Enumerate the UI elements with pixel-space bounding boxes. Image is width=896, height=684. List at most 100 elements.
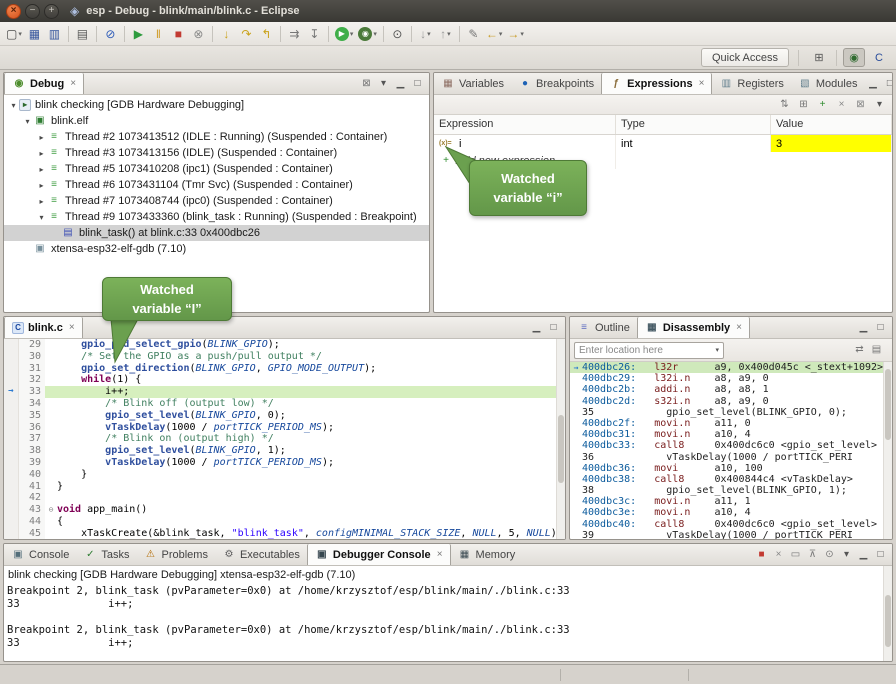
close-icon[interactable]: ×: [437, 549, 443, 560]
code-line[interactable]: 31 gpio_set_direction(BLINK_GPIO, GPIO_M…: [4, 363, 565, 375]
drop-to-frame-button[interactable]: ↧: [305, 24, 324, 44]
view-menu-button[interactable]: ▾: [375, 75, 392, 92]
remove-launch-button[interactable]: ×: [770, 546, 787, 563]
code-line[interactable]: 45 xTaskCreate(&blink_task, "blink_task"…: [4, 528, 565, 539]
code-line[interactable]: 44{: [4, 516, 565, 528]
location-combo[interactable]: Enter location here ▾: [574, 342, 724, 359]
terminate-button[interactable]: ■: [169, 24, 188, 44]
code-line[interactable]: 29 gpio_pad_select_gpio(BLINK_GPIO);: [4, 339, 565, 351]
debug-tree-row[interactable]: ▸≡Thread #3 1073413156 (IDLE) (Suspended…: [4, 145, 429, 161]
tab-tasks[interactable]: ✓Tasks: [76, 544, 136, 565]
minimize-button[interactable]: ▁: [864, 75, 881, 92]
print-button[interactable]: ▤: [73, 24, 92, 44]
forward-button[interactable]: →▾: [505, 24, 526, 44]
twisty-icon[interactable]: ▸: [36, 149, 47, 158]
previous-annotation-button[interactable]: ↑▾: [436, 24, 455, 44]
close-icon[interactable]: ×: [699, 78, 705, 89]
disasm-line[interactable]: 400dbc38: call8 0x400844c4 <vTaskDelay>: [570, 474, 892, 485]
window-close-button[interactable]: ×: [6, 4, 21, 19]
twisty-icon[interactable]: ▾: [22, 117, 33, 126]
disasm-line[interactable]: 400dbc2b: addi.n a8, a8, 1: [570, 384, 892, 395]
disasm-line[interactable]: 400dbc29: l32i.n a8, a9, 0: [570, 373, 892, 384]
debug-tree-row[interactable]: ▸≡Thread #5 1073410208 (ipc1) (Suspended…: [4, 161, 429, 177]
console-scrollbar[interactable]: [883, 566, 892, 661]
disassembly-body[interactable]: →400dbc26: l32r a9, 0x400d045c <_stext+1…: [570, 362, 892, 539]
code-line[interactable]: 43⊖void app_main(): [4, 504, 565, 516]
show-type-names-button[interactable]: ⇅: [776, 96, 793, 113]
debug-tree-row[interactable]: ▤blink_task() at blink.c:33 0x400dbc26: [4, 225, 429, 241]
tab-breakpoints[interactable]: ●Breakpoints: [511, 73, 601, 94]
step-over-button[interactable]: ↷: [237, 24, 256, 44]
tab-modules[interactable]: ▧Modules: [791, 73, 865, 94]
debug-tree-row[interactable]: ▾≡Thread #9 1073433360 (blink_task : Run…: [4, 209, 429, 225]
debug-tree-row[interactable]: ▸≡Thread #2 1073413512 (IDLE : Running) …: [4, 129, 429, 145]
twisty-icon[interactable]: ▾: [8, 101, 19, 110]
maximize-button[interactable]: □: [409, 75, 426, 92]
code-line[interactable]: 34 /* Blink off (output low) */: [4, 398, 565, 410]
back-button[interactable]: ←▾: [484, 24, 505, 44]
skip-all-breakpoints-button[interactable]: ⊘: [101, 24, 120, 44]
disasm-line[interactable]: 400dbc2f: movi.n a11, 0: [570, 418, 892, 429]
close-icon[interactable]: ×: [736, 322, 742, 333]
disasm-line[interactable]: 400dbc40: call8 0x400dc6c0 <gpio_set_lev…: [570, 519, 892, 530]
debug-perspective-button[interactable]: ◉: [843, 48, 865, 67]
minimize-button[interactable]: ▁: [392, 75, 409, 92]
show-source-button[interactable]: ▤: [868, 342, 885, 359]
twisty-icon[interactable]: ▸: [36, 165, 47, 174]
show-logical-structure-button[interactable]: ⊞: [795, 96, 812, 113]
expression-row[interactable]: (x)=iint3: [434, 135, 892, 152]
disasm-line[interactable]: →400dbc26: l32r a9, 0x400d045c <_stext+1…: [570, 362, 892, 373]
tab-debug[interactable]: ◉Debug×: [4, 73, 84, 94]
debug-tree-row[interactable]: ▸≡Thread #6 1073431104 (Tmr Svc) (Suspen…: [4, 177, 429, 193]
twisty-icon[interactable]: ▸: [36, 133, 47, 142]
pin-console-button[interactable]: ⊙: [821, 546, 838, 563]
maximize-button[interactable]: □: [872, 546, 889, 563]
cpp-perspective-button[interactable]: C: [868, 48, 890, 67]
step-into-button[interactable]: ↓: [217, 24, 236, 44]
tab-memory[interactable]: ▦Memory: [451, 544, 523, 565]
console-output[interactable]: Breakpoint 2, blink_task (pvParameter=0x…: [4, 584, 892, 651]
close-icon[interactable]: ×: [69, 322, 75, 333]
code-line[interactable]: 35 gpio_set_level(BLINK_GPIO, 0);: [4, 410, 565, 422]
sync-active-context-button[interactable]: ⇄: [851, 342, 868, 359]
disasm-line[interactable]: 400dbc2d: s32i.n a8, a9, 0: [570, 396, 892, 407]
window-maximize-button[interactable]: +: [44, 4, 59, 19]
last-edit-location-button[interactable]: ✎: [464, 24, 483, 44]
remove-all-terminated-button[interactable]: ⊠: [358, 75, 375, 92]
twisty-icon[interactable]: ▸: [36, 197, 47, 206]
remove-expression-button[interactable]: ×: [833, 96, 850, 113]
debug-tree-row[interactable]: ▾▸blink checking [GDB Hardware Debugging…: [4, 97, 429, 113]
disasm-line[interactable]: 35 gpio_set_level(BLINK_GPIO, 0);: [570, 407, 892, 418]
new-wizard-button[interactable]: ▢▾: [4, 24, 24, 44]
save-button[interactable]: ▦: [25, 24, 44, 44]
disasm-line[interactable]: 400dbc36: movi a10, 100: [570, 463, 892, 474]
code-line[interactable]: →33 i++;: [4, 386, 565, 398]
disassembly-scrollbar[interactable]: [883, 362, 892, 539]
disasm-line[interactable]: 400dbc33: call8 0x400dc6c0 <gpio_set_lev…: [570, 440, 892, 451]
save-all-button[interactable]: ▥: [45, 24, 64, 44]
search-button[interactable]: ⊙: [388, 24, 407, 44]
view-menu-button[interactable]: ▾: [838, 546, 855, 563]
tab-debugger-console[interactable]: ▣Debugger Console×: [307, 544, 451, 565]
quick-access-button[interactable]: Quick Access: [701, 48, 789, 67]
fold-icon[interactable]: ⊖: [49, 505, 54, 514]
code-line[interactable]: 38 gpio_set_level(BLINK_GPIO, 1);: [4, 445, 565, 457]
run-button[interactable]: ▶▾: [333, 24, 356, 44]
scroll-lock-button[interactable]: ⊼: [804, 546, 821, 563]
tab-variables[interactable]: ▦Variables: [434, 73, 511, 94]
resume-button[interactable]: ▶: [129, 24, 148, 44]
tab-console[interactable]: ▣Console: [4, 544, 76, 565]
code-line[interactable]: 32 while(1) {: [4, 374, 565, 386]
code-line[interactable]: 42: [4, 492, 565, 504]
debug-tree-row[interactable]: ▸≡Thread #7 1073408744 (ipc0) (Suspended…: [4, 193, 429, 209]
code-line[interactable]: 37 /* Blink on (output high) */: [4, 433, 565, 445]
twisty-icon[interactable]: ▸: [36, 181, 47, 190]
tab-outline[interactable]: ≡Outline: [570, 317, 637, 338]
next-annotation-button[interactable]: ↓▾: [416, 24, 435, 44]
code-line[interactable]: 36 vTaskDelay(1000 / portTICK_PERIOD_MS)…: [4, 422, 565, 434]
tab-disassembly[interactable]: ▦Disassembly×: [637, 317, 750, 338]
debug-tree-row[interactable]: ▣xtensa-esp32-elf-gdb (7.10): [4, 241, 429, 257]
chevron-down-icon[interactable]: ▾: [715, 346, 719, 354]
editor-scrollbar[interactable]: [556, 339, 565, 539]
column-header-expression[interactable]: Expression: [434, 115, 616, 134]
